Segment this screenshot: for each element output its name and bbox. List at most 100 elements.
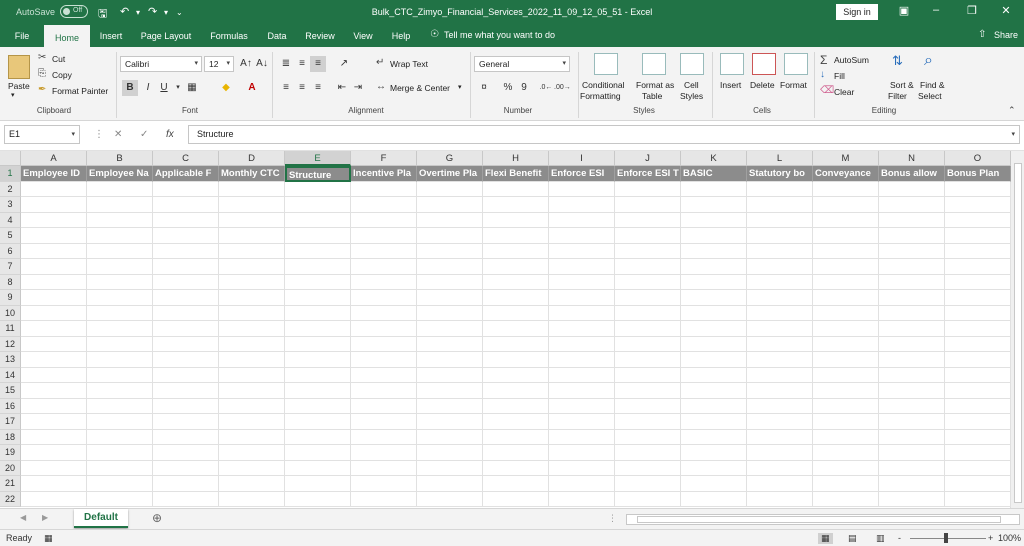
- cell-a12[interactable]: [21, 336, 87, 352]
- align-right-icon[interactable]: ≡: [310, 80, 326, 96]
- zoom-in-button[interactable]: +: [988, 533, 993, 543]
- tab-help[interactable]: Help: [386, 25, 416, 47]
- column-header-b[interactable]: B: [87, 151, 153, 166]
- cell-n1[interactable]: Bonus allow: [879, 166, 945, 182]
- cell-m13[interactable]: [813, 352, 879, 368]
- cell-j18[interactable]: [615, 429, 681, 445]
- cell-k16[interactable]: [681, 398, 747, 414]
- sheet-tab-default[interactable]: Default: [74, 509, 128, 528]
- column-header-k[interactable]: K: [681, 151, 747, 166]
- column-header-o[interactable]: O: [945, 151, 1011, 166]
- cell-e13[interactable]: [285, 352, 351, 368]
- cell-c7[interactable]: [153, 259, 219, 275]
- cell-m8[interactable]: [813, 274, 879, 290]
- conditional-formatting-icon[interactable]: [594, 53, 618, 75]
- cell-a17[interactable]: [21, 414, 87, 430]
- cell-o19[interactable]: [945, 445, 1011, 461]
- cell-d22[interactable]: [219, 491, 285, 507]
- cell-o7[interactable]: [945, 259, 1011, 275]
- cell-f21[interactable]: [351, 476, 417, 492]
- cell-m22[interactable]: [813, 491, 879, 507]
- cell-a21[interactable]: [21, 476, 87, 492]
- cell-m12[interactable]: [813, 336, 879, 352]
- insert-cells-icon[interactable]: [720, 53, 744, 75]
- cell-g5[interactable]: [417, 228, 483, 244]
- cell-j2[interactable]: [615, 181, 681, 197]
- cell-g20[interactable]: [417, 460, 483, 476]
- cell-b1[interactable]: Employee Na: [87, 166, 153, 182]
- cell-b17[interactable]: [87, 414, 153, 430]
- insert-cells-button[interactable]: Insert: [720, 80, 741, 90]
- cell-d2[interactable]: [219, 181, 285, 197]
- redo-dropdown-icon[interactable]: ▾: [164, 8, 168, 17]
- close-icon[interactable]: ✕: [996, 4, 1016, 17]
- cell-c17[interactable]: [153, 414, 219, 430]
- cell-o17[interactable]: [945, 414, 1011, 430]
- cell-h12[interactable]: [483, 336, 549, 352]
- cell-n4[interactable]: [879, 212, 945, 228]
- font-color-icon[interactable]: A: [244, 80, 260, 96]
- cell-n3[interactable]: [879, 197, 945, 213]
- cell-g14[interactable]: [417, 367, 483, 383]
- cell-m2[interactable]: [813, 181, 879, 197]
- cell-l11[interactable]: [747, 321, 813, 337]
- column-header-i[interactable]: I: [549, 151, 615, 166]
- cell-g19[interactable]: [417, 445, 483, 461]
- tab-data[interactable]: Data: [262, 25, 292, 47]
- cell-n21[interactable]: [879, 476, 945, 492]
- cell-f9[interactable]: [351, 290, 417, 306]
- cell-n18[interactable]: [879, 429, 945, 445]
- cell-b18[interactable]: [87, 429, 153, 445]
- currency-icon[interactable]: ¤: [476, 80, 492, 96]
- cell-k21[interactable]: [681, 476, 747, 492]
- cell-h21[interactable]: [483, 476, 549, 492]
- cell-e5[interactable]: [285, 228, 351, 244]
- cell-i18[interactable]: [549, 429, 615, 445]
- cell-f8[interactable]: [351, 274, 417, 290]
- cell-k22[interactable]: [681, 491, 747, 507]
- cell-a9[interactable]: [21, 290, 87, 306]
- cell-i6[interactable]: [549, 243, 615, 259]
- cell-f19[interactable]: [351, 445, 417, 461]
- cell-k10[interactable]: [681, 305, 747, 321]
- cell-h22[interactable]: [483, 491, 549, 507]
- increase-font-icon[interactable]: A↑: [238, 56, 254, 72]
- select-all-corner[interactable]: [0, 151, 21, 166]
- column-header-e[interactable]: E: [285, 151, 351, 166]
- cell-c6[interactable]: [153, 243, 219, 259]
- cell-i4[interactable]: [549, 212, 615, 228]
- redo-icon[interactable]: ↷: [148, 5, 157, 18]
- macro-record-icon[interactable]: ▦: [44, 533, 53, 544]
- cell-j5[interactable]: [615, 228, 681, 244]
- cell-l9[interactable]: [747, 290, 813, 306]
- page-layout-view-icon[interactable]: ▤: [848, 533, 857, 544]
- enter-icon[interactable]: ✓: [140, 129, 148, 140]
- cell-f22[interactable]: [351, 491, 417, 507]
- conditional-formatting-label-2[interactable]: Formatting: [580, 91, 621, 101]
- cell-k1[interactable]: BASIC: [681, 166, 747, 182]
- column-header-f[interactable]: F: [351, 151, 417, 166]
- row-header-9[interactable]: 9: [0, 290, 21, 306]
- font-size-select[interactable]: 12 ▾: [204, 56, 234, 72]
- cell-j20[interactable]: [615, 460, 681, 476]
- cell-i10[interactable]: [549, 305, 615, 321]
- sort-filter-label-1[interactable]: Sort &: [890, 80, 914, 90]
- add-sheet-icon[interactable]: ⊕: [152, 511, 162, 525]
- cell-h4[interactable]: [483, 212, 549, 228]
- cell-b21[interactable]: [87, 476, 153, 492]
- tab-formulas[interactable]: Formulas: [204, 25, 254, 47]
- cell-o9[interactable]: [945, 290, 1011, 306]
- cell-h17[interactable]: [483, 414, 549, 430]
- cell-i2[interactable]: [549, 181, 615, 197]
- cell-h8[interactable]: [483, 274, 549, 290]
- format-as-table-label-1[interactable]: Format as: [636, 80, 674, 90]
- cell-a13[interactable]: [21, 352, 87, 368]
- cell-k6[interactable]: [681, 243, 747, 259]
- cell-styles-label-2[interactable]: Styles: [680, 91, 703, 101]
- cell-k15[interactable]: [681, 383, 747, 399]
- find-select-label-2[interactable]: Select: [918, 91, 942, 101]
- cell-a2[interactable]: [21, 181, 87, 197]
- undo-dropdown-icon[interactable]: ▾: [136, 8, 140, 17]
- cell-a19[interactable]: [21, 445, 87, 461]
- cell-f2[interactable]: [351, 181, 417, 197]
